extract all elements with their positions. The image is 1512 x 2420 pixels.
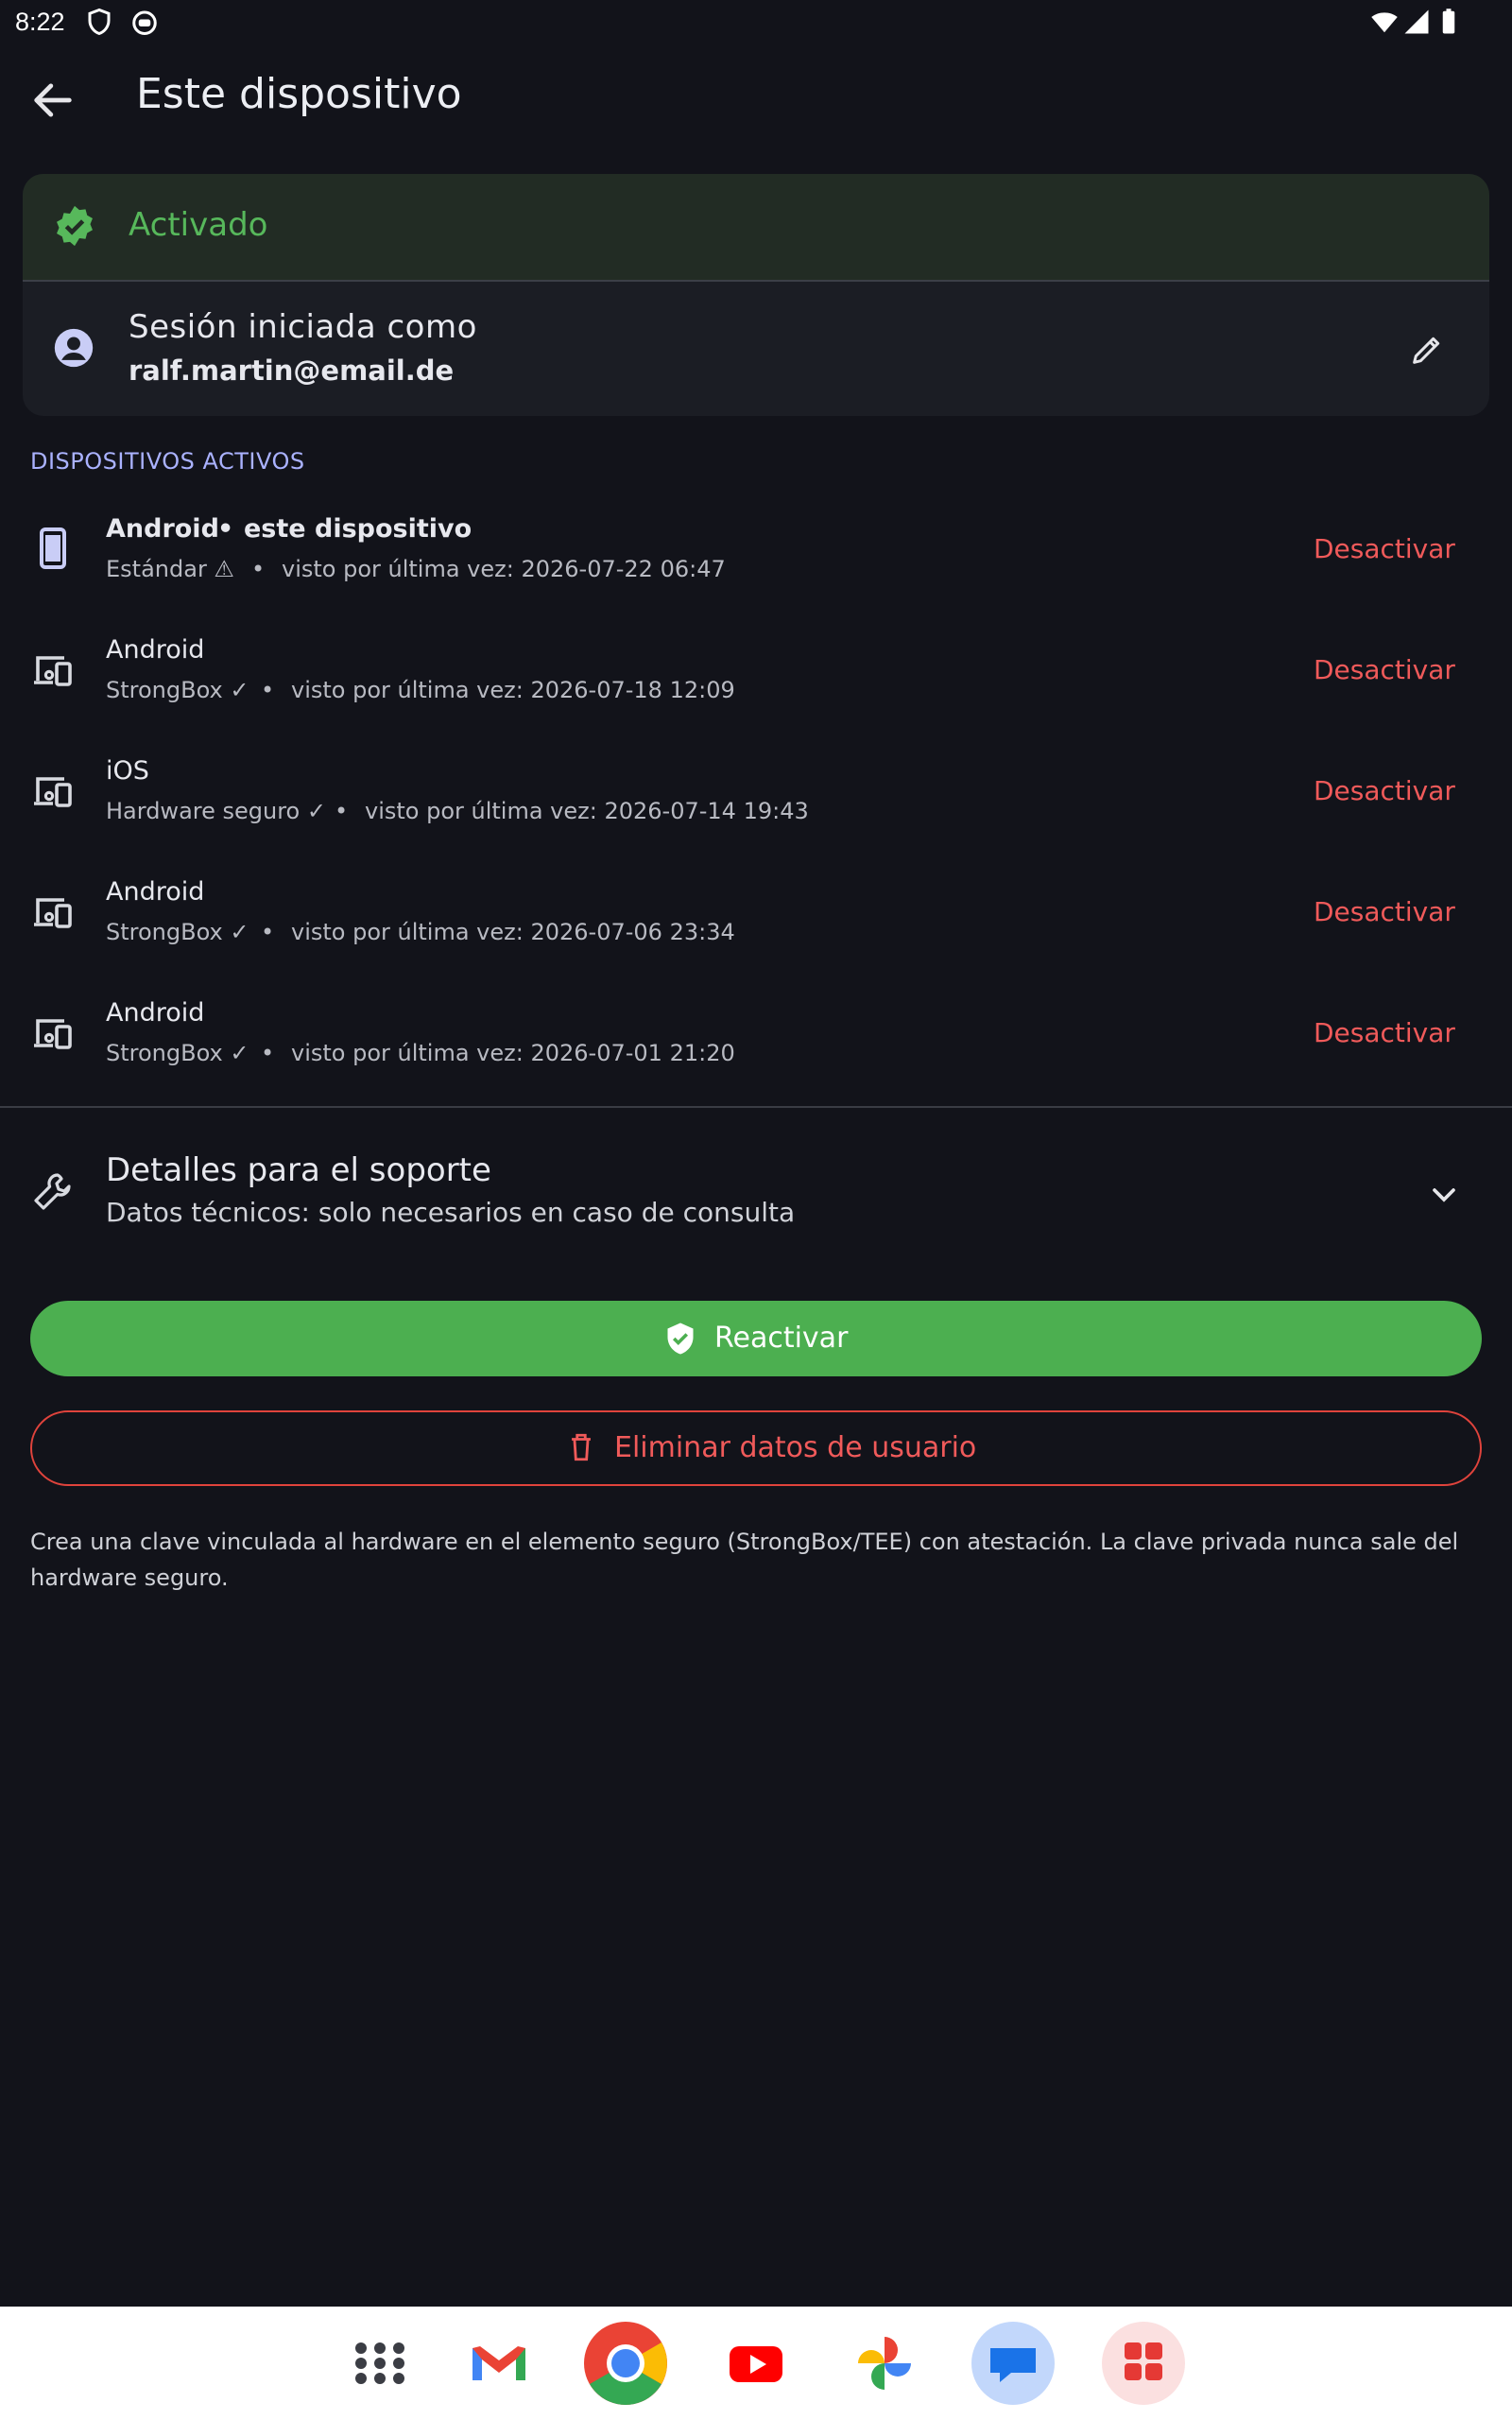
footnote-text: Crea una clave vinculada al hardware en …: [30, 1529, 1459, 1591]
device-row: iOS Hardware seguro ✓ • visto por última…: [0, 743, 1512, 847]
verified-badge-icon: [57, 205, 93, 247]
session-email: ralf.martin@email.de: [129, 354, 455, 387]
chevron-down-icon[interactable]: [1425, 1176, 1463, 1214]
signal-icon: [1404, 9, 1429, 34]
wrench-icon: [34, 1173, 71, 1210]
device-last-seen: visto por última vez: 2026-07-14 19:43: [365, 798, 809, 824]
account-circle-icon: [54, 328, 94, 368]
device-security: Estándar ⚠: [106, 556, 234, 582]
deactivate-button[interactable]: Desactivar: [1314, 533, 1455, 564]
photos-icon[interactable]: [841, 2320, 928, 2407]
activated-banner: Activado: [23, 174, 1489, 282]
smartphone-icon: [40, 527, 66, 569]
robot-status-icon: [132, 10, 157, 35]
devices-icon: [34, 1019, 72, 1049]
back-arrow-icon[interactable]: [28, 76, 77, 125]
support-title: Detalles para el soporte: [106, 1151, 491, 1189]
devices-icon: [34, 656, 72, 686]
delete-label: Eliminar datos de usuario: [614, 1431, 977, 1464]
device-security: StrongBox ✓: [106, 1040, 249, 1066]
devices-icon: [34, 898, 72, 928]
separator-dot: •: [335, 798, 349, 824]
chrome-icon[interactable]: [582, 2320, 669, 2407]
device-security: StrongBox ✓: [106, 677, 249, 703]
shield-check-icon: [667, 1322, 694, 1355]
separator-dot: •: [251, 556, 266, 582]
gmail-icon[interactable]: [455, 2320, 542, 2407]
separator-dot: •: [261, 677, 275, 703]
this-device-label: este dispositivo: [244, 514, 472, 544]
device-security: StrongBox ✓: [106, 919, 249, 945]
active-devices-header: DISPOSITIVOS ACTIVOS: [30, 448, 305, 475]
play-store-icon[interactable]: [1100, 2320, 1187, 2407]
device-last-seen: visto por última vez: 2026-07-22 06:47: [282, 556, 726, 582]
devices-icon: [34, 777, 72, 807]
page-title: Este dispositivo: [136, 70, 462, 118]
device-row: Android • este dispositivo Estándar ⚠ • …: [0, 501, 1512, 605]
messages-icon[interactable]: [970, 2320, 1057, 2407]
separator-dot: •: [261, 1040, 275, 1066]
delete-user-data-button[interactable]: Eliminar datos de usuario: [30, 1410, 1482, 1486]
device-name: Android: [106, 514, 219, 544]
device-name: iOS: [106, 756, 149, 786]
app-drawer-icon[interactable]: [336, 2320, 423, 2407]
separator-dot: •: [261, 919, 275, 945]
trash-icon: [572, 1433, 591, 1461]
device-name: Android: [106, 998, 205, 1028]
separator-dot: •: [217, 514, 234, 544]
battery-icon: [1442, 9, 1455, 34]
support-details-row[interactable]: [0, 1125, 1512, 1267]
app-dock: [0, 2307, 1512, 2420]
reactivate-button[interactable]: Reactivar: [30, 1301, 1482, 1376]
divider: [0, 1106, 1512, 1108]
deactivate-button[interactable]: Desactivar: [1314, 654, 1455, 685]
device-name: Android: [106, 877, 205, 907]
support-subtitle: Datos técnicos: solo necesarios en caso …: [106, 1197, 796, 1228]
shield-status-icon: [88, 8, 111, 36]
wifi-icon: [1371, 12, 1398, 33]
deactivate-button[interactable]: Desactivar: [1314, 1017, 1455, 1048]
youtube-icon[interactable]: [713, 2320, 799, 2407]
device-name: Android: [106, 635, 205, 665]
deactivate-button[interactable]: Desactivar: [1314, 896, 1455, 927]
status-bar: 8:22: [0, 0, 1512, 45]
status-card: Activado Sesión iniciada como ralf.marti…: [23, 174, 1489, 416]
activated-status: Activado: [129, 206, 268, 244]
device-row: Android StrongBox ✓ • visto por última v…: [0, 985, 1512, 1089]
device-last-seen: visto por última vez: 2026-07-01 21:20: [291, 1040, 735, 1066]
device-row: Android StrongBox ✓ • visto por última v…: [0, 864, 1512, 968]
device-last-seen: visto por última vez: 2026-07-18 12:09: [291, 677, 735, 703]
device-security: Hardware seguro ✓: [106, 798, 326, 824]
device-last-seen: visto por última vez: 2026-07-06 23:34: [291, 919, 735, 945]
reactivate-label: Reactivar: [714, 1322, 849, 1355]
deactivate-button[interactable]: Desactivar: [1314, 775, 1455, 806]
device-row: Android StrongBox ✓ • visto por última v…: [0, 622, 1512, 726]
session-label: Sesión iniciada como: [129, 308, 477, 346]
edit-pencil-icon[interactable]: [1408, 331, 1446, 369]
status-time: 8:22: [15, 8, 65, 36]
